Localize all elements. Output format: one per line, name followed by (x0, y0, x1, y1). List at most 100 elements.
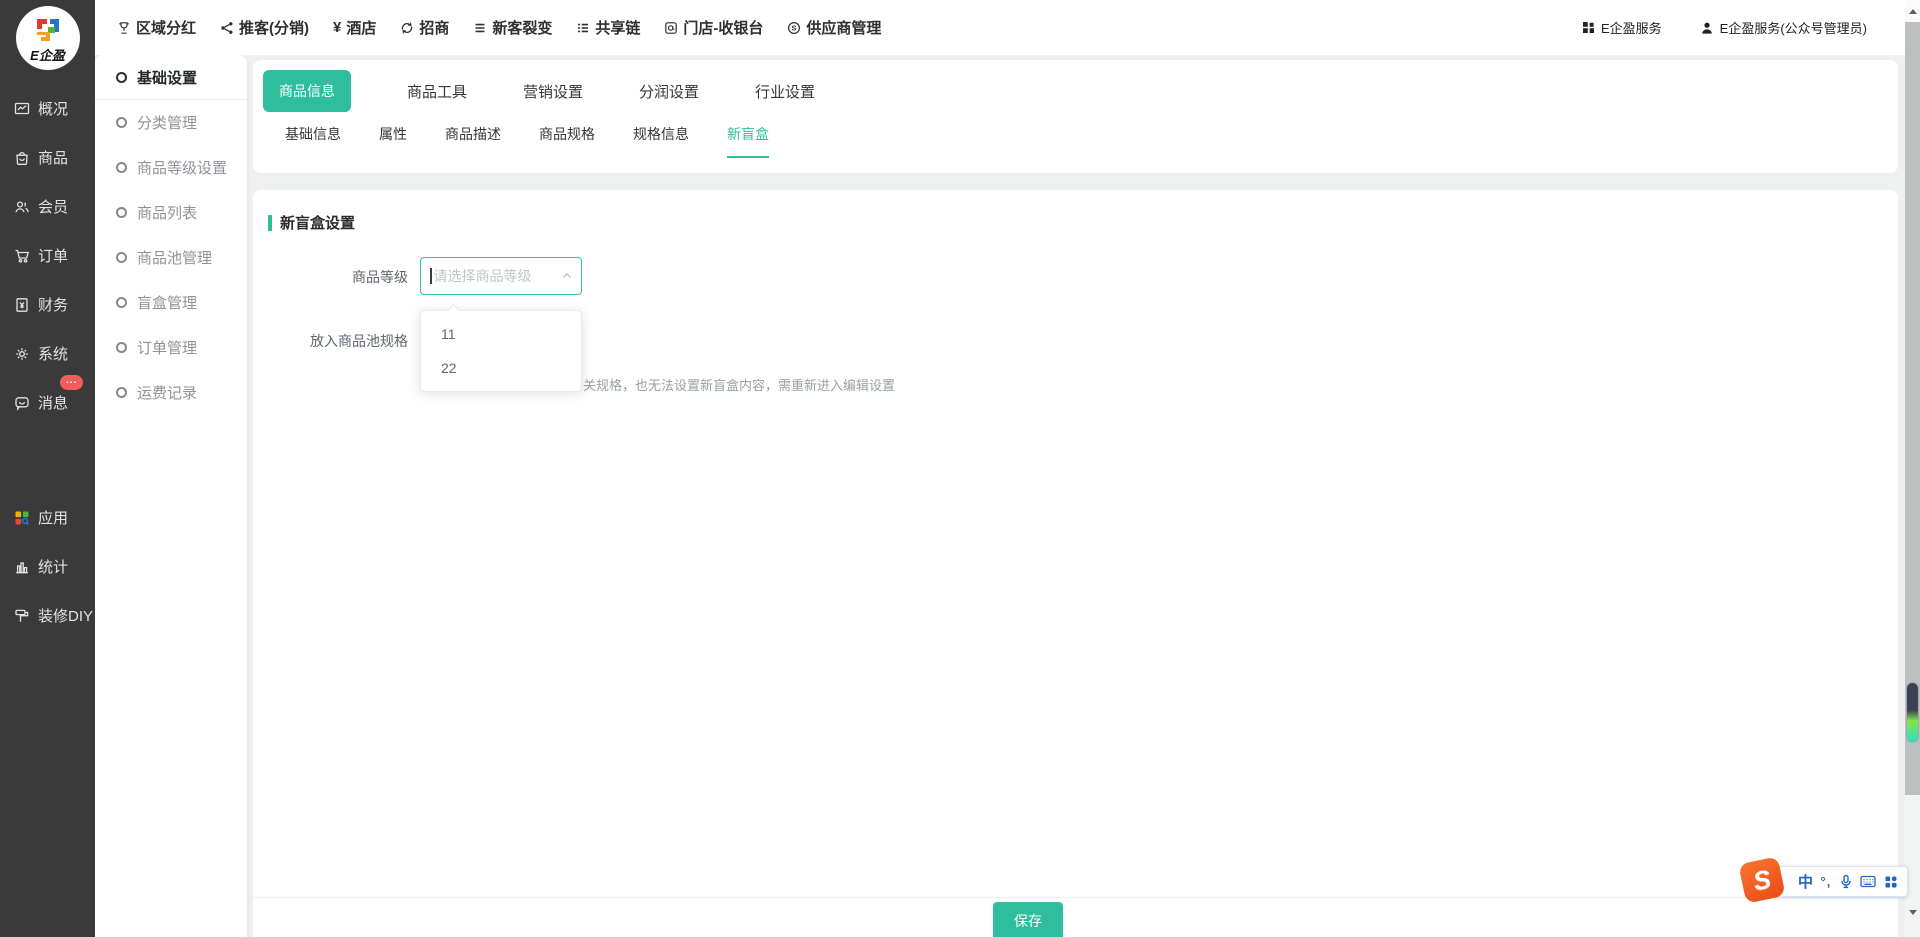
topnav-item-region-bonus[interactable]: 区域分红 (117, 17, 196, 38)
topnav-item-investment[interactable]: 招商 (400, 17, 449, 38)
region-bonus-icon (117, 21, 131, 35)
messages-badge: ... (60, 375, 83, 390)
dropdown-arrow-notch (447, 304, 460, 317)
paint-roller-icon (13, 607, 31, 625)
ime-keyboard-button[interactable] (1860, 875, 1876, 888)
subtab-new-blindbox[interactable]: 新盲盒 (727, 124, 769, 158)
page-scrollbar (1905, 0, 1920, 937)
sidebar-item-orders[interactable]: 订单 (0, 231, 95, 280)
sidebar-item-decor-diy[interactable]: 装修DIY (0, 591, 95, 640)
svg-text:S: S (792, 23, 797, 32)
footer-bar: 保存 (253, 898, 1898, 937)
scrollbar-up-arrow[interactable] (1905, 0, 1920, 22)
topnav-item-hotel[interactable]: ¥ 酒店 (333, 17, 376, 38)
sidebar-item-finance[interactable]: 财务 (0, 280, 95, 329)
radio-circle-icon (116, 387, 127, 398)
bar-chart-icon (13, 558, 31, 576)
orders-cart-icon (13, 247, 31, 265)
blindbox-hint-text: 关规格，也无法设置新盲盒内容，需重新进入编辑设置 (583, 375, 895, 394)
sidebar-item-members[interactable]: 会员 (0, 182, 95, 231)
subnav-item-blindbox-manage[interactable]: 盲盒管理 (95, 280, 247, 325)
finance-icon (13, 296, 31, 314)
subtab-attributes[interactable]: 属性 (379, 124, 407, 158)
goods-level-label: 商品等级 (258, 267, 408, 287)
apps-grid-icon (13, 509, 31, 527)
tab-marketing-settings[interactable]: 营销设置 (523, 81, 583, 102)
chevron-up-icon (561, 270, 573, 282)
share-nodes-icon (220, 21, 234, 35)
radio-circle-icon (116, 342, 127, 353)
grid-icon (1582, 21, 1595, 34)
overview-icon (13, 100, 31, 118)
tab-profit-settings[interactable]: 分润设置 (639, 81, 699, 102)
radio-circle-icon (116, 297, 127, 308)
subnav-item-freight-records[interactable]: 运费记录 (95, 370, 247, 415)
radio-circle-icon (116, 207, 127, 218)
select-placeholder: 请选择商品等级 (434, 266, 562, 286)
scrollbar-thumb[interactable] (1907, 683, 1918, 742)
message-bubble-icon (13, 394, 31, 412)
subnav-item-goods-pool-manage[interactable]: 商品池管理 (95, 235, 247, 280)
brand-name: E企盈 (16, 45, 80, 64)
tabs-card: 商品信息 商品工具 营销设置 分润设置 行业设置 基础信息 属性 商品描述 商品… (253, 60, 1898, 173)
main-content: 商品信息 商品工具 营销设置 分润设置 行业设置 基础信息 属性 商品描述 商品… (253, 0, 1898, 937)
sogou-logo-icon[interactable]: S (1738, 856, 1785, 903)
subtab-basic-info[interactable]: 基础信息 (285, 124, 341, 158)
ime-mic-button[interactable] (1839, 874, 1853, 889)
subtab-goods-specs[interactable]: 商品规格 (539, 124, 595, 158)
subnav-item-basic-settings[interactable]: 基础设置 (95, 55, 247, 100)
ime-punct-toggle[interactable]: °, (1821, 874, 1832, 889)
scrollbar-down-arrow[interactable] (1909, 910, 1917, 915)
tab-industry-settings[interactable]: 行业设置 (755, 81, 815, 102)
blindbox-settings-panel: 新盲盒设置 商品等级 请选择商品等级 11 22 放入商品池规格 关规格，也无法… (253, 190, 1898, 897)
sidebar-item-overview[interactable]: 概况 (0, 84, 95, 133)
triple-bar-icon (473, 21, 487, 35)
subtab-spec-info[interactable]: 规格信息 (633, 124, 689, 158)
topnav-item-share-chain[interactable]: 共享链 (576, 17, 640, 38)
topnav-item-store-cashier[interactable]: 门店-收银台 (664, 17, 763, 38)
topnav-item-distribution[interactable]: 推客(分销) (220, 17, 309, 38)
storefront-icon (664, 21, 678, 35)
triangle-up-icon (1909, 9, 1917, 14)
subnav-item-goods-list[interactable]: 商品列表 (95, 190, 247, 235)
ime-toolbox-button[interactable] (1884, 875, 1898, 889)
brand-logo-icon (33, 15, 63, 45)
account-menu[interactable]: E企盈服务(公众号管理员) (1700, 18, 1867, 37)
sidebar-item-system[interactable]: 系统 (0, 329, 95, 378)
subnav-item-category-manage[interactable]: 分类管理 (95, 100, 247, 145)
sub-tabs: 基础信息 属性 商品描述 商品规格 规格信息 新盲盒 (253, 124, 1898, 158)
tab-goods-tools[interactable]: 商品工具 (407, 81, 467, 102)
scrollbar-track[interactable] (1905, 22, 1920, 795)
user-icon (1700, 21, 1714, 35)
sidebar-item-apps[interactable]: 应用 (0, 493, 95, 542)
goods-level-select[interactable]: 请选择商品等级 (420, 257, 582, 295)
topbar-right: E企盈服务 E企盈服务(公众号管理员) (1582, 18, 1905, 37)
dropdown-option-22[interactable]: 22 (421, 351, 581, 385)
dropdown-option-11[interactable]: 11 (421, 317, 581, 351)
subtab-goods-description[interactable]: 商品描述 (445, 124, 501, 158)
topnav-item-supplier[interactable]: S 供应商管理 (787, 17, 881, 38)
sidebar-item-messages[interactable]: 消息 ... (0, 378, 95, 427)
subnav-item-order-manage[interactable]: 订单管理 (95, 325, 247, 370)
supplier-icon: S (787, 21, 801, 35)
save-button[interactable]: 保存 (993, 902, 1063, 937)
recycle-arrows-icon (400, 21, 414, 35)
ime-lang-toggle[interactable]: 中 (1798, 871, 1813, 892)
tab-goods-info[interactable]: 商品信息 (263, 70, 351, 112)
main-tabs: 商品信息 商品工具 营销设置 分润设置 行业设置 (253, 60, 1898, 112)
sidebar-spacer (0, 427, 95, 493)
text-cursor (430, 268, 432, 284)
yen-icon: ¥ (333, 19, 341, 36)
sidebar-item-stats[interactable]: 统计 (0, 542, 95, 591)
sidebar-item-goods[interactable]: 商品 (0, 133, 95, 182)
topnav-item-fission[interactable]: 新客裂变 (473, 17, 552, 38)
services-menu[interactable]: E企盈服务 (1582, 18, 1662, 37)
top-navigation: 区域分红 推客(分销) ¥ 酒店 招商 新客裂变 共享链 门店-收银台 S 供应… (117, 17, 881, 38)
goods-level-dropdown: 11 22 (420, 310, 582, 392)
pool-spec-label: 放入商品池规格 (258, 331, 408, 351)
gear-icon (13, 345, 31, 363)
goods-bag-icon (13, 149, 31, 167)
list-icon (576, 21, 590, 35)
subnav-item-goods-level-settings[interactable]: 商品等级设置 (95, 145, 247, 190)
topbar: 区域分红 推客(分销) ¥ 酒店 招商 新客裂变 共享链 门店-收银台 S 供应… (95, 0, 1905, 55)
